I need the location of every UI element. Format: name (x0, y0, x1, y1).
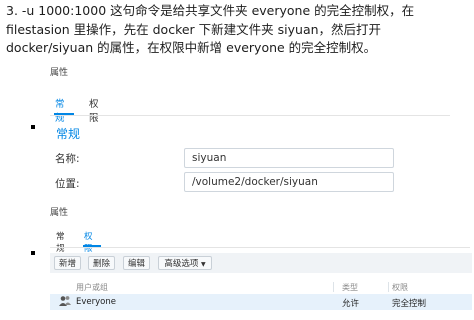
bullet-marker (31, 125, 35, 129)
permissions-table-header: 用户或组 类型 权限 (50, 280, 472, 294)
tab-permissions[interactable]: 权限 (89, 96, 99, 124)
row-type: 允许 (342, 299, 360, 309)
location-label: 位置: (55, 178, 80, 190)
tab-permissions[interactable]: 权限 (84, 230, 93, 254)
table-row[interactable]: Everyone 允许 完全控制 (50, 294, 472, 310)
caret-down-icon: ▼ (201, 261, 206, 268)
dialog-title: 属性 (50, 68, 69, 78)
name-field[interactable] (184, 148, 394, 168)
permissions-toolbar: 新增 删除 编辑 高级选项 ▼ (50, 253, 472, 273)
add-button[interactable]: 新增 (54, 256, 81, 270)
row-user: Everyone (76, 297, 116, 307)
advanced-options-button[interactable]: 高级选项 ▼ (158, 256, 212, 270)
dialog-title: 属性 (50, 208, 69, 218)
column-type: 类型 (342, 283, 358, 292)
column-user-or-group: 用户或组 (76, 283, 108, 292)
clipped-next-line (6, 316, 346, 320)
step-instruction-text: 3. -u 1000:1000 这句命令是给共享文件夹 everyone 的完全… (6, 3, 415, 55)
bullet-marker (31, 251, 35, 255)
tab-divider (50, 247, 470, 248)
column-permission: 权限 (392, 283, 408, 292)
user-group-icon (58, 295, 72, 310)
tab-general[interactable]: 常规 (56, 230, 65, 254)
edit-button[interactable]: 编辑 (123, 256, 150, 270)
section-title-general: 常规 (56, 127, 81, 141)
location-field[interactable] (184, 172, 394, 192)
tab-divider (50, 115, 450, 116)
advanced-options-label: 高级选项 (164, 259, 199, 269)
delete-button[interactable]: 删除 (88, 256, 115, 270)
name-label: 名称: (55, 153, 80, 165)
row-permission: 完全控制 (392, 299, 427, 309)
tab-general[interactable]: 常规 (55, 96, 65, 124)
